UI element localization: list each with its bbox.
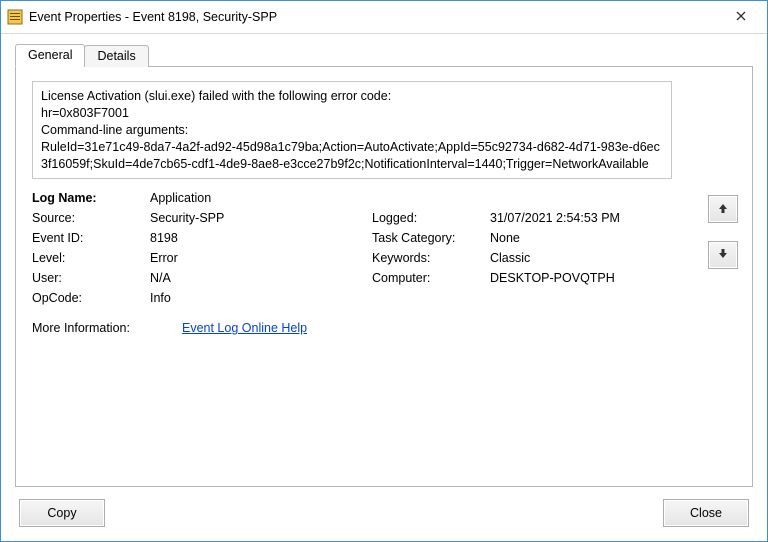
tab-strip: General Details — [15, 44, 753, 67]
fields-right: .. Logged:31/07/2021 2:54:53 PM Task Cat… — [372, 191, 672, 311]
window-close-button[interactable] — [719, 3, 763, 31]
label-more-info: More Information: — [32, 321, 182, 335]
label-opcode: OpCode: — [32, 291, 150, 305]
general-panel: License Activation (slui.exe) failed wit… — [15, 66, 753, 487]
event-properties-window: Event Properties - Event 8198, Security-… — [0, 0, 768, 542]
tab-details[interactable]: Details — [84, 45, 148, 67]
next-event-button[interactable] — [708, 241, 738, 269]
dialog-button-row: Copy Close — [15, 499, 753, 527]
tab-general[interactable]: General — [15, 44, 85, 67]
label-level: Level: — [32, 251, 150, 265]
label-logged: Logged: — [372, 211, 490, 225]
event-log-online-help-link[interactable]: Event Log Online Help — [182, 321, 307, 335]
arrow-up-icon — [717, 202, 729, 217]
label-event-id: Event ID: — [32, 231, 150, 245]
value-level: Error — [150, 251, 178, 265]
app-icon — [7, 9, 23, 25]
titlebar: Event Properties - Event 8198, Security-… — [1, 1, 767, 34]
event-fields: Log Name:Application Source:Security-SPP… — [32, 191, 672, 311]
client-area: General Details License Activation (slui… — [1, 34, 767, 541]
value-event-id: 8198 — [150, 231, 178, 245]
more-info-row: More Information: Event Log Online Help — [32, 321, 736, 335]
nav-buttons — [708, 195, 738, 269]
label-task-category: Task Category: — [372, 231, 490, 245]
close-button[interactable]: Close — [663, 499, 749, 527]
arrow-down-icon — [717, 248, 729, 263]
value-user: N/A — [150, 271, 171, 285]
value-task-category: None — [490, 231, 520, 245]
label-source: Source: — [32, 211, 150, 225]
copy-button[interactable]: Copy — [19, 499, 105, 527]
label-keywords: Keywords: — [372, 251, 490, 265]
value-logged: 31/07/2021 2:54:53 PM — [490, 211, 620, 225]
value-computer: DESKTOP-POVQTPH — [490, 271, 615, 285]
value-opcode: Info — [150, 291, 171, 305]
previous-event-button[interactable] — [708, 195, 738, 223]
label-computer: Computer: — [372, 271, 490, 285]
event-description[interactable]: License Activation (slui.exe) failed wit… — [32, 81, 672, 179]
value-keywords: Classic — [490, 251, 530, 265]
value-log-name: Application — [150, 191, 211, 205]
fields-left: Log Name:Application Source:Security-SPP… — [32, 191, 332, 311]
label-user: User: — [32, 271, 150, 285]
label-log-name: Log Name: — [32, 191, 150, 205]
window-title: Event Properties - Event 8198, Security-… — [29, 10, 719, 24]
close-icon — [736, 10, 746, 24]
value-source: Security-SPP — [150, 211, 224, 225]
